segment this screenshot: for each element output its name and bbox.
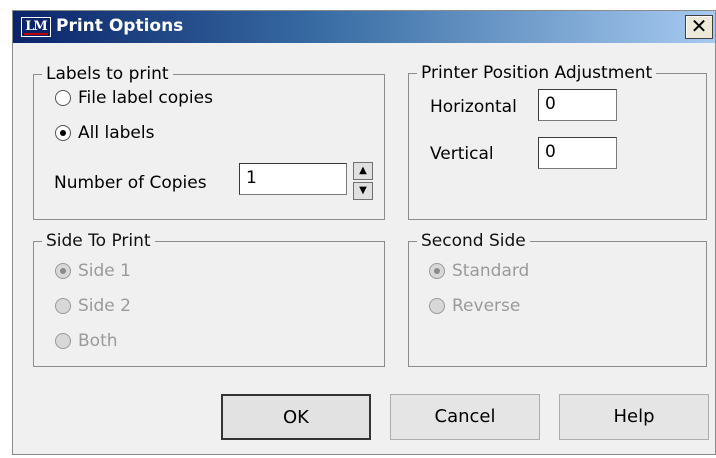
copies-input[interactable]: 1: [239, 163, 347, 195]
close-button[interactable]: ✕: [685, 15, 713, 39]
radio-checked-icon: [55, 263, 71, 279]
side-2-radio[interactable]: Side 2: [55, 296, 131, 316]
dialog-title: Print Options: [56, 16, 184, 36]
all-labels-radio[interactable]: All labels: [55, 123, 154, 143]
side-to-print-legend: Side To Print: [46, 231, 151, 251]
radio-unchecked-icon: [55, 298, 71, 314]
horizontal-input[interactable]: 0: [538, 89, 617, 121]
copies-spinner[interactable]: ▲ ▼: [353, 162, 373, 200]
app-logo-icon: LM: [21, 17, 51, 37]
file-label-copies-radio[interactable]: File label copies: [55, 88, 213, 108]
side-2-label: Side 2: [78, 296, 131, 316]
second-side-legend: Second Side: [421, 231, 526, 251]
radio-unchecked-icon: [55, 333, 71, 349]
standard-label: Standard: [452, 261, 530, 281]
spin-up-icon[interactable]: ▲: [353, 162, 373, 180]
side-1-label: Side 1: [78, 261, 131, 281]
both-radio[interactable]: Both: [55, 331, 118, 351]
cancel-button[interactable]: Cancel: [390, 394, 540, 440]
printer-position-legend: Printer Position Adjustment: [421, 63, 653, 83]
number-of-copies-label: Number of Copies: [54, 173, 207, 193]
vertical-label: Vertical: [430, 144, 494, 164]
print-options-dialog: LM Print Options ✕ Labels to print File …: [12, 10, 716, 455]
radio-checked-icon: [429, 263, 445, 279]
title-bar: LM Print Options ✕: [13, 11, 715, 43]
file-label-copies-label: File label copies: [78, 88, 213, 108]
radio-unchecked-icon: [429, 298, 445, 314]
horizontal-label: Horizontal: [430, 97, 517, 117]
standard-radio[interactable]: Standard: [429, 261, 529, 281]
help-button[interactable]: Help: [559, 394, 709, 440]
reverse-label: Reverse: [452, 296, 521, 316]
radio-unchecked-icon: [55, 90, 71, 106]
labels-to-print-legend: Labels to print: [46, 64, 169, 84]
both-label: Both: [78, 331, 118, 351]
ok-button[interactable]: OK: [221, 394, 371, 440]
radio-checked-icon: [55, 125, 71, 141]
reverse-radio[interactable]: Reverse: [429, 296, 520, 316]
all-labels-label: All labels: [78, 123, 155, 143]
spin-down-icon[interactable]: ▼: [353, 182, 373, 200]
vertical-input[interactable]: 0: [538, 137, 617, 169]
side-1-radio[interactable]: Side 1: [55, 261, 131, 281]
